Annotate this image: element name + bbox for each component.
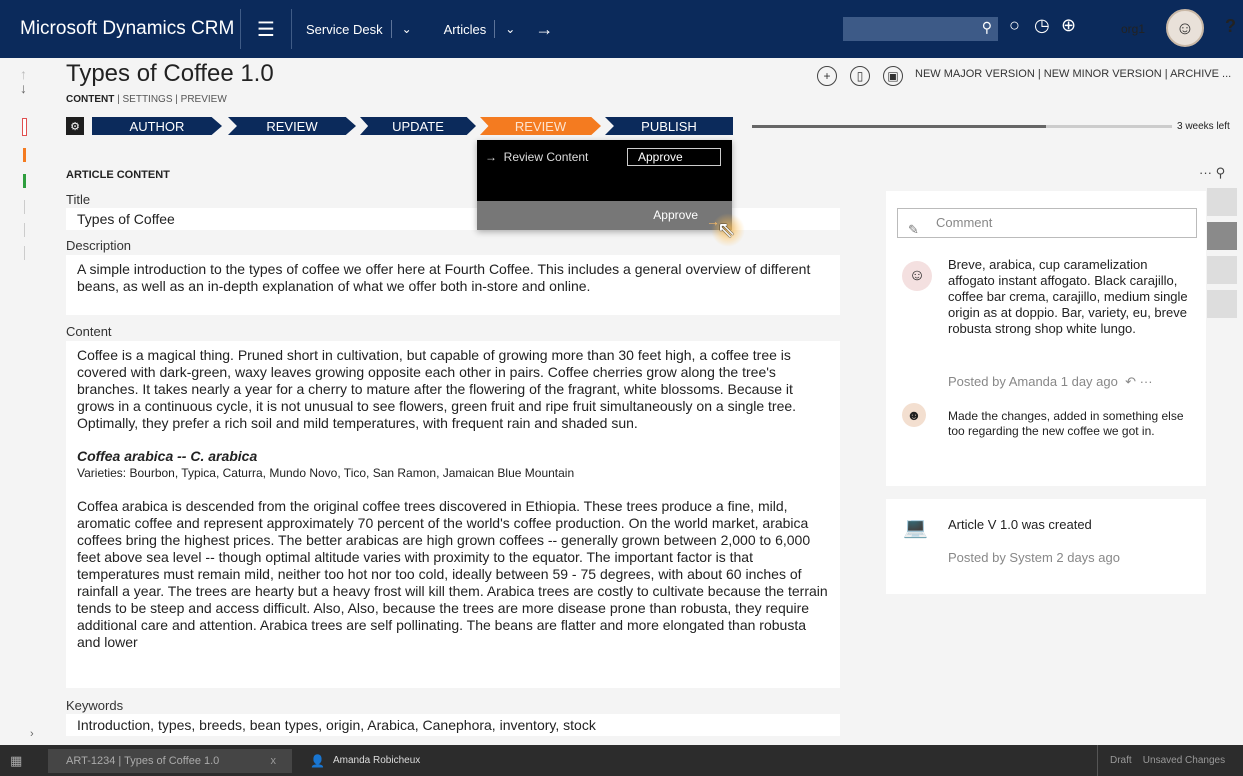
close-icon[interactable]: x xyxy=(271,749,277,773)
circle-icon[interactable]: ○ xyxy=(1009,15,1020,36)
reply-icon[interactable]: ↶ ··· xyxy=(1125,374,1153,389)
status-area: Draft Unsaved Changes xyxy=(1097,745,1225,776)
mouse-pointer-icon: ⇖ xyxy=(717,217,736,242)
add-circle-icon[interactable]: + xyxy=(817,66,837,86)
stage-review-3[interactable]: REVIEW xyxy=(480,117,601,135)
plus-icon[interactable]: ⊕ xyxy=(1061,15,1076,36)
status-unsaved: Unsaved Changes xyxy=(1142,755,1226,766)
status-draft: Draft xyxy=(1110,755,1132,766)
user-icon: 👤 xyxy=(310,754,325,768)
chevron-down-icon[interactable]: ⌄ xyxy=(494,20,525,38)
more-search-icons[interactable]: ··· ⚲ xyxy=(1199,165,1225,181)
approve-button[interactable]: Approve → xyxy=(477,201,732,230)
approve-select[interactable]: Approve xyxy=(627,148,721,166)
stage-publish-4[interactable]: PUBLISH xyxy=(605,117,733,135)
brand-title[interactable]: Microsoft Dynamics CRM xyxy=(0,18,240,40)
activity-text: Article V 1.0 was created xyxy=(948,517,1092,532)
side-tile[interactable] xyxy=(1207,290,1237,318)
document-icon[interactable]: ▯ xyxy=(850,66,870,86)
subnav-content[interactable]: CONTENT xyxy=(66,94,114,105)
comment-meta: Posted by Amanda 1 day ago ↶ ··· xyxy=(948,374,1153,390)
nav-articles-label: Articles xyxy=(443,21,487,37)
rail-marker[interactable] xyxy=(23,174,26,188)
section-header: ARTICLE CONTENT xyxy=(66,169,170,181)
record-tab-label: ART-1234 | Types of Coffee 1.0 xyxy=(66,755,220,767)
search-icon[interactable]: ⚲ xyxy=(1216,165,1226,180)
side-tile[interactable] xyxy=(1207,256,1237,284)
review-content-label: Review Content xyxy=(503,150,589,164)
content-label: Content xyxy=(66,324,112,339)
description-label: Description xyxy=(66,238,132,253)
stage-flyout: → Review Content Approve Approve → xyxy=(477,140,732,230)
history-icon[interactable]: ◷ xyxy=(1034,15,1050,36)
keywords-label: Keywords xyxy=(66,698,124,713)
review-content-row: → Review Content xyxy=(485,150,589,164)
arrow-right-icon[interactable]: → xyxy=(535,19,553,40)
rail-marker[interactable] xyxy=(24,200,25,214)
content-heading: Coffea arabica -- C. arabica xyxy=(77,448,258,464)
rail-marker[interactable] xyxy=(23,148,26,162)
rail-marker[interactable] xyxy=(22,118,27,136)
chevron-down-icon[interactable]: ⌄ xyxy=(390,20,422,38)
activity-panel: 💻 Article V 1.0 was created Posted by Sy… xyxy=(886,499,1206,594)
stage-author-0[interactable]: AUTHOR xyxy=(92,117,222,135)
sub-navigation[interactable]: CONTENT | SETTINGS | PREVIEW xyxy=(66,94,227,105)
search-input[interactable]: ⚲ xyxy=(843,17,998,41)
content-paragraph: Coffee is a magical thing. Pruned short … xyxy=(77,347,797,431)
hamburger-menu-icon[interactable]: ☰ xyxy=(241,17,291,42)
title-label: Title xyxy=(66,192,91,207)
save-document-icon[interactable]: ▣ xyxy=(883,66,903,86)
top-navigation-bar: Microsoft Dynamics CRM ☰ Service Desk ⌄ … xyxy=(0,0,1243,58)
comment-placeholder: Comment xyxy=(936,215,993,230)
user-name[interactable]: Amanda Robicheux xyxy=(333,755,420,766)
approve-button-label: Approve xyxy=(653,208,698,222)
comments-panel: ✎ Comment ☺ Breve, arabica, cup carameli… xyxy=(886,191,1206,486)
weeks-left: 3 weeks left xyxy=(1177,121,1230,132)
content-editor[interactable]: Coffee is a magical thing. Pruned short … xyxy=(66,341,840,688)
user-avatar-icon[interactable]: ☺ xyxy=(1166,9,1204,47)
side-tile[interactable] xyxy=(1207,188,1237,216)
comment-text: Breve, arabica, cup caramelization affog… xyxy=(948,257,1188,336)
org-name[interactable]: org1 xyxy=(1121,22,1145,36)
comment-meta-text: Posted by Amanda 1 day ago xyxy=(948,374,1118,389)
comment-input[interactable]: ✎ Comment xyxy=(897,208,1197,238)
timeline-bar xyxy=(752,125,1172,128)
gear-icon[interactable]: ⚙ xyxy=(66,117,84,135)
search-icon[interactable]: ⚲ xyxy=(982,19,992,36)
timeline-fill xyxy=(752,125,1046,128)
rail-marker[interactable] xyxy=(24,246,25,260)
record-tab[interactable]: ART-1234 | Types of Coffee 1.0 x xyxy=(48,749,292,773)
rail-marker[interactable] xyxy=(24,223,25,237)
keywords-field[interactable]: Introduction, types, breeds, bean types,… xyxy=(66,714,840,736)
stage-update-2[interactable]: UPDATE xyxy=(360,117,476,135)
side-tile[interactable] xyxy=(1207,222,1237,250)
activity-meta: Posted by System 2 days ago xyxy=(948,550,1120,565)
content-varieties: Varieties: Bourbon, Typica, Caturra, Mun… xyxy=(77,466,575,480)
comment-text: Made the changes, added in something els… xyxy=(948,409,1184,438)
nav-service-desk[interactable]: Service Desk ⌄ xyxy=(292,0,430,58)
bottom-status-bar: ▦ ART-1234 | Types of Coffee 1.0 x 👤 Ama… xyxy=(0,745,1243,776)
avatar[interactable]: ☺ xyxy=(902,261,932,291)
expand-chevron-icon[interactable]: › xyxy=(30,728,34,740)
content-paragraph: Coffea arabica is descended from the ori… xyxy=(77,498,828,650)
avatar[interactable]: ☻ xyxy=(902,403,926,427)
laptop-icon: 💻 xyxy=(903,517,928,539)
pencil-icon: ✎ xyxy=(908,222,919,237)
page-title: Types of Coffee 1.0 xyxy=(66,60,274,87)
command-bar[interactable]: NEW MAJOR VERSION | NEW MINOR VERSION | … xyxy=(915,68,1231,80)
subnav-rest[interactable]: | SETTINGS | PREVIEW xyxy=(114,94,227,105)
nav-service-desk-label: Service Desk xyxy=(306,21,383,37)
help-icon[interactable]: ? xyxy=(1225,16,1236,37)
apps-grid-icon[interactable]: ▦ xyxy=(10,753,22,769)
more-icon[interactable]: ··· xyxy=(1199,165,1212,180)
arrow-down-icon[interactable]: ↓ xyxy=(20,80,27,96)
stage-review-1[interactable]: REVIEW xyxy=(228,117,356,135)
nav-articles[interactable]: Articles ⌄ → xyxy=(430,0,562,58)
description-field[interactable]: A simple introduction to the types of co… xyxy=(66,255,840,315)
